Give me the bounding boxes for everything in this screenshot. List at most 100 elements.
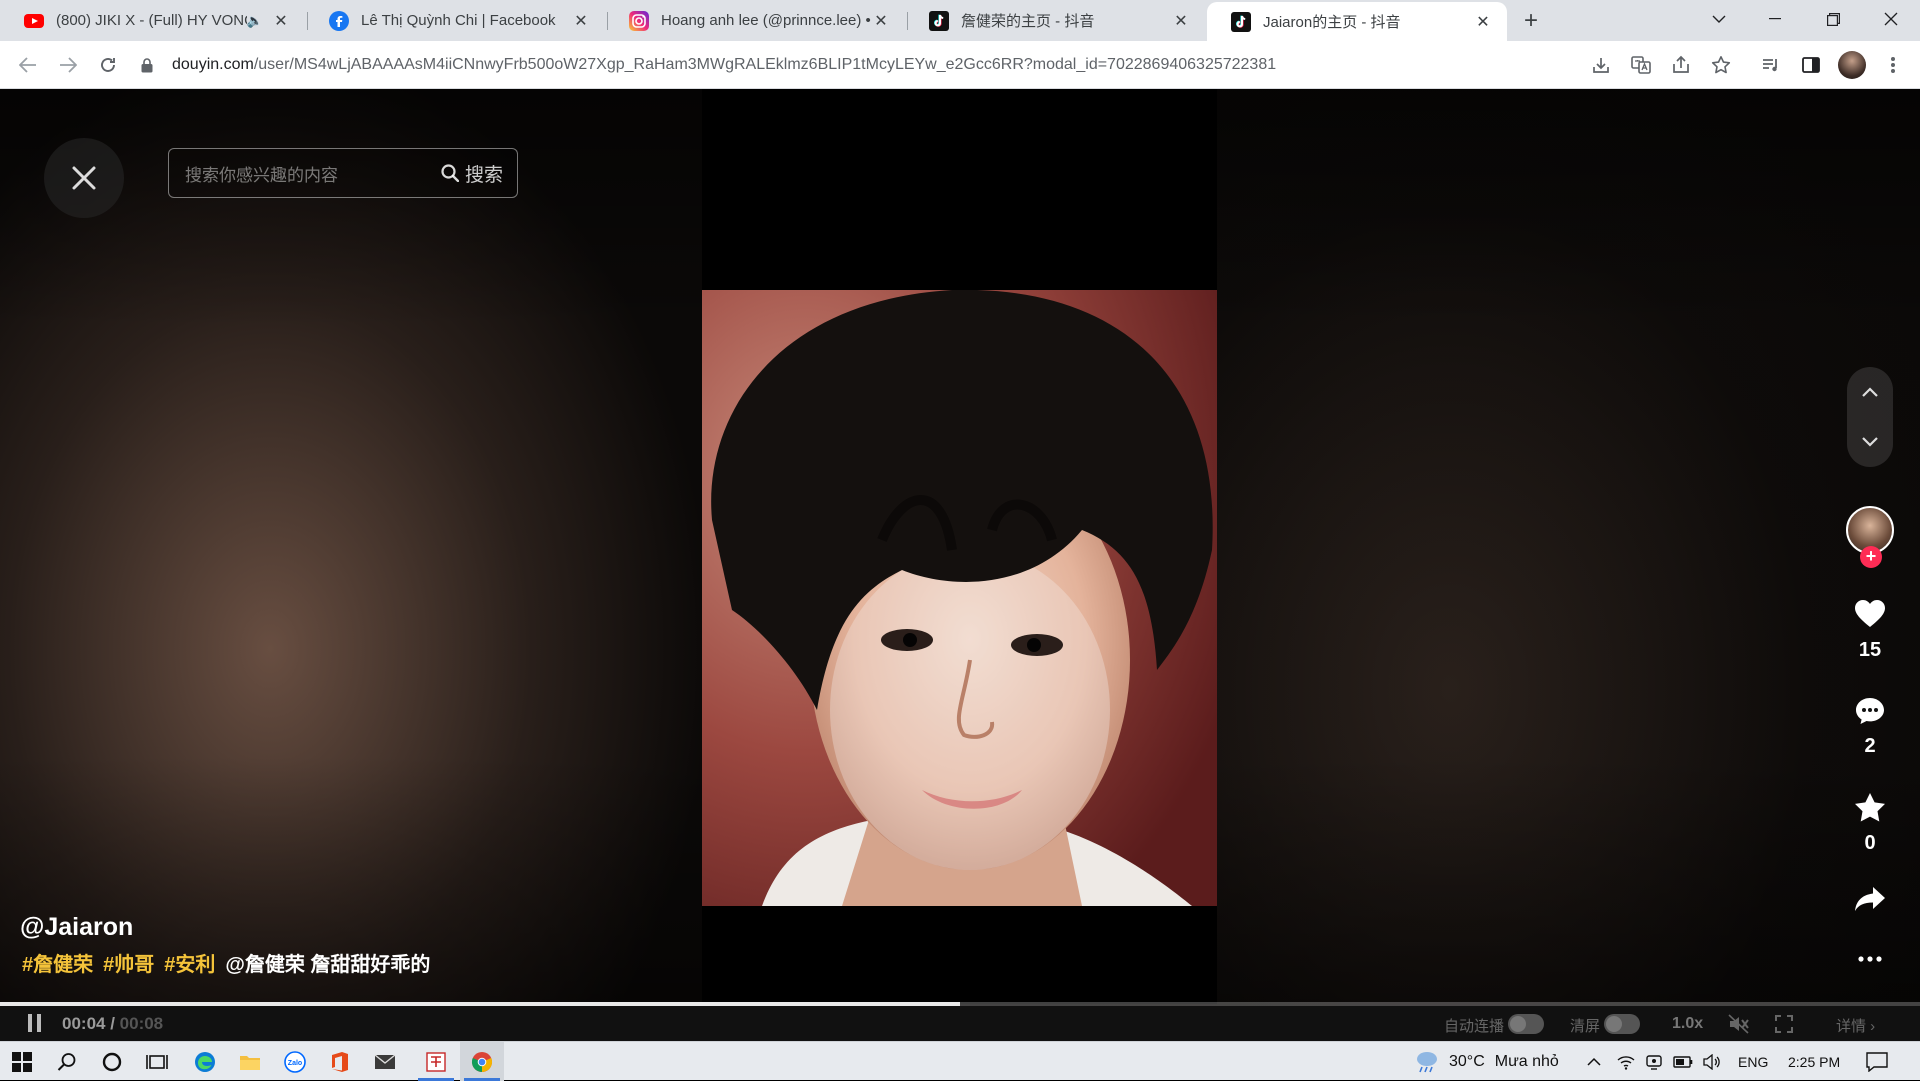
restore-button[interactable] — [1806, 0, 1860, 38]
close-tab-icon[interactable]: ✕ — [871, 11, 891, 31]
more-button[interactable] — [1830, 956, 1910, 962]
restore-icon — [1826, 12, 1840, 26]
author-name[interactable]: @Jaiaron — [20, 913, 133, 942]
install-icon[interactable] — [1589, 53, 1613, 77]
chevron-up-icon — [1862, 387, 1878, 397]
unikey-icon — [426, 1051, 446, 1072]
speaker-icon — [1703, 1053, 1720, 1070]
volume-button[interactable] — [1703, 1042, 1721, 1081]
favorite-count: 0 — [1864, 832, 1876, 854]
tab-search-button[interactable] — [1692, 0, 1746, 38]
search-icon — [57, 1052, 76, 1071]
total-time: 00:08 — [119, 1014, 164, 1033]
chevron-down-icon — [1712, 15, 1726, 23]
meet-now-button[interactable] — [1645, 1042, 1663, 1081]
volume-muted-icon — [1728, 1014, 1749, 1034]
playback-speed-button[interactable]: 1.0x — [1672, 1015, 1703, 1033]
translate-icon[interactable] — [1629, 53, 1653, 77]
media-control-icon[interactable] — [1759, 53, 1783, 77]
close-tab-icon[interactable]: ✕ — [1473, 12, 1493, 32]
taskbar-search-button[interactable] — [45, 1042, 89, 1081]
share-arrow-icon — [1855, 887, 1885, 911]
close-modal-button[interactable] — [44, 138, 124, 218]
close-window-button[interactable] — [1864, 0, 1918, 38]
player-controls: 00:04 / 00:08 自动连播 清屏 1.0x 详情 › — [0, 1006, 1920, 1041]
edge-icon — [195, 1051, 215, 1072]
reload-button[interactable] — [92, 49, 124, 81]
mail-app[interactable] — [363, 1042, 407, 1081]
zalo-app[interactable]: Zalo — [273, 1042, 317, 1081]
back-button[interactable] — [12, 49, 44, 81]
autoplay-label: 自动连播 — [1444, 1018, 1505, 1035]
video-frame-image — [702, 290, 1217, 906]
search-button[interactable]: 搜索 — [441, 160, 517, 187]
tab-douyin-1[interactable]: 詹健荣的主页 - 抖音 ✕ — [905, 0, 1205, 41]
weather-widget[interactable]: 30°C Mưa nhỏ — [1413, 1042, 1559, 1081]
language-indicator[interactable]: ENG — [1738, 1042, 1768, 1081]
bookmark-star-icon[interactable] — [1709, 53, 1733, 77]
edge-app[interactable] — [183, 1042, 227, 1081]
comment-button[interactable]: 2 — [1830, 697, 1910, 758]
office-app[interactable] — [318, 1042, 362, 1081]
forward-button[interactable] — [52, 49, 84, 81]
speaker-icon[interactable]: 🔈 — [247, 13, 263, 29]
minimize-icon — [1769, 18, 1781, 20]
fullscreen-button[interactable] — [1771, 1012, 1797, 1036]
notification-icon — [1866, 1051, 1888, 1072]
battery-status[interactable] — [1673, 1042, 1693, 1081]
chrome-app[interactable] — [460, 1042, 504, 1081]
tab-youtube[interactable]: (800) JIKI X - (Full) HY VONG 🔈 ✕ — [0, 0, 305, 41]
cortana-button[interactable] — [90, 1042, 134, 1081]
autoplay-toggle[interactable] — [1508, 1014, 1544, 1034]
task-view-button[interactable] — [135, 1042, 179, 1081]
task-view-icon — [146, 1054, 168, 1069]
profile-avatar[interactable] — [1838, 51, 1866, 79]
network-status[interactable] — [1617, 1042, 1635, 1081]
tab-title: Jaiaron的主页 - 抖音 — [1263, 14, 1401, 31]
tab-facebook[interactable]: Lê Thị Quỳnh Chi | Facebook ✕ — [305, 0, 605, 41]
details-link[interactable]: 详情 › — [1836, 1015, 1875, 1036]
video-modal: 搜索你感兴趣的内容 搜索 + 15 2 0 @Jaiaron #詹健荣 #帅哥 … — [0, 89, 1920, 1041]
hashtag-link[interactable]: #帅哥 — [103, 948, 154, 977]
notification-center-button[interactable] — [1866, 1042, 1888, 1081]
show-hidden-icons-button[interactable] — [1587, 1042, 1601, 1081]
tab-title: 詹健荣的主页 - 抖音 — [961, 13, 1095, 30]
clear-screen-label: 清屏 — [1570, 1018, 1601, 1035]
close-tab-icon[interactable]: ✕ — [1171, 11, 1191, 31]
share-icon[interactable] — [1669, 53, 1693, 77]
hashtag-link[interactable]: #安利 — [164, 948, 215, 977]
clear-screen-toggle[interactable] — [1604, 1014, 1640, 1034]
search-button-label: 搜索 — [464, 164, 503, 186]
pause-button[interactable] — [24, 1012, 44, 1034]
follow-button[interactable]: + — [1860, 546, 1882, 568]
next-video-button[interactable] — [1847, 417, 1893, 467]
minimize-button[interactable] — [1748, 0, 1802, 38]
chrome-menu-icon[interactable] — [1881, 53, 1905, 77]
url-text[interactable]: douyin.com/user/MS4wLjABAAAAsM4iiCNnwyFr… — [172, 56, 1276, 74]
video-player[interactable] — [702, 290, 1217, 906]
lock-icon[interactable] — [138, 57, 156, 73]
share-button[interactable] — [1830, 886, 1910, 912]
douyin-icon — [1231, 11, 1251, 32]
file-explorer-app[interactable] — [228, 1042, 272, 1081]
close-tab-icon[interactable]: ✕ — [571, 11, 591, 31]
new-tab-button[interactable]: + — [1516, 6, 1546, 36]
tab-douyin-active[interactable]: Jaiaron的主页 - 抖音 ✕ — [1207, 2, 1507, 41]
description-text: @詹健荣 詹甜甜好乖的 — [225, 954, 431, 976]
search-box[interactable]: 搜索你感兴趣的内容 搜索 — [168, 148, 518, 198]
tab-instagram[interactable]: Hoang anh lee (@prinnce.lee) • A ✕ — [605, 0, 905, 41]
clock[interactable]: 2:25 PM — [1788, 1042, 1840, 1081]
search-input[interactable]: 搜索你感兴趣的内容 — [169, 161, 441, 186]
side-panel-icon[interactable] — [1799, 53, 1823, 77]
previous-video-button[interactable] — [1847, 367, 1893, 417]
hashtag-link[interactable]: #詹健荣 — [22, 948, 93, 977]
heart-icon — [1855, 600, 1885, 627]
like-button[interactable]: 15 — [1830, 599, 1910, 662]
battery-icon — [1673, 1055, 1693, 1068]
close-tab-icon[interactable]: ✕ — [271, 11, 291, 31]
address-bar[interactable]: douyin.com/user/MS4wLjABAAAAsM4iiCNnwyFr… — [138, 47, 1878, 83]
mute-button[interactable] — [1726, 1012, 1752, 1036]
start-button[interactable] — [0, 1042, 44, 1081]
unikey-app[interactable] — [414, 1042, 458, 1081]
favorite-button[interactable]: 0 — [1830, 792, 1910, 855]
